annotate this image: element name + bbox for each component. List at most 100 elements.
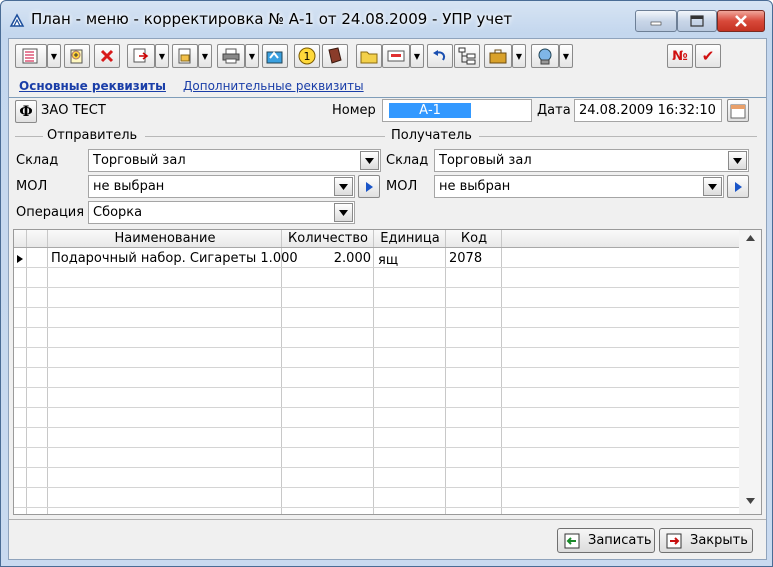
title-bar[interactable]: План - меню - корректировка № А-1 от 24.… xyxy=(1,1,772,37)
chevron-down-icon: ▼ xyxy=(50,51,58,61)
list-dropdown-button[interactable]: ▼ xyxy=(47,44,61,68)
scroll-down-icon[interactable] xyxy=(746,498,755,504)
chevron-down-icon[interactable] xyxy=(360,151,379,170)
receiver-mol-open-button[interactable] xyxy=(727,175,749,198)
folder-icon xyxy=(360,51,378,64)
sender-warehouse-select[interactable]: Торговый зал xyxy=(88,149,381,172)
briefcase-icon xyxy=(489,49,507,64)
column-header-name[interactable]: Наименование xyxy=(48,230,282,247)
close-icon xyxy=(735,15,747,27)
date-label: Дата xyxy=(537,103,571,118)
send-icon xyxy=(266,51,283,64)
grid-row-line xyxy=(14,427,739,428)
calendar-button[interactable] xyxy=(727,99,749,122)
list-button[interactable] xyxy=(15,44,47,68)
receiver-title: Получатель xyxy=(391,128,472,143)
undo-icon xyxy=(433,50,446,61)
chevron-down-icon[interactable] xyxy=(703,177,722,196)
play-right-icon xyxy=(366,181,373,192)
row-pointer-icon xyxy=(17,255,23,263)
grid-row-line xyxy=(14,407,739,408)
items-table[interactable]: Наименование Количество Единица Код Пода… xyxy=(13,229,762,515)
chevron-down-icon: ▼ xyxy=(413,51,421,61)
network-dropdown-button[interactable]: ▼ xyxy=(559,44,573,68)
check-button[interactable]: ✔ xyxy=(695,44,721,68)
preview-dropdown-button[interactable]: ▼ xyxy=(198,44,212,68)
maximize-icon xyxy=(690,15,704,27)
maximize-button[interactable] xyxy=(677,10,717,32)
receiver-group-line xyxy=(479,136,757,137)
app-icon xyxy=(9,13,25,27)
sender-mol-select[interactable]: не выбран xyxy=(88,175,355,198)
print-dropdown-button[interactable]: ▼ xyxy=(245,44,259,68)
grid-row-line xyxy=(14,447,739,448)
cell-code[interactable]: 2078 xyxy=(449,251,482,266)
grid-col-line xyxy=(445,230,446,514)
chevron-down-icon[interactable] xyxy=(334,203,353,222)
sender-group-line-right xyxy=(145,136,385,137)
save-label: Записать xyxy=(588,533,652,548)
grid-col-line xyxy=(373,230,374,514)
number-button[interactable]: № xyxy=(667,44,693,68)
tree-button[interactable] xyxy=(454,44,480,68)
book-button[interactable] xyxy=(322,44,348,68)
company-select-button[interactable]: Ф xyxy=(15,100,37,123)
number-field[interactable]: А-1 xyxy=(382,99,532,122)
grid-row-line xyxy=(14,267,739,268)
save-button[interactable]: Записать xyxy=(557,528,655,553)
copy-dropdown-button[interactable]: ▼ xyxy=(155,44,169,68)
delete-icon xyxy=(100,49,114,63)
column-header-unit[interactable]: Единица xyxy=(374,230,446,247)
envelope-icon xyxy=(387,50,405,62)
receiver-warehouse-select[interactable]: Торговый зал xyxy=(434,149,749,172)
print-preview-icon xyxy=(178,48,191,64)
grid-row-line xyxy=(14,347,739,348)
delete-button[interactable] xyxy=(94,44,120,68)
tab-additional-requisites[interactable]: Дополнительные реквизиты xyxy=(183,79,364,93)
grid-col-line xyxy=(26,230,27,514)
minimize-button[interactable] xyxy=(635,10,677,32)
receiver-mol-label: МОЛ xyxy=(386,179,418,194)
vertical-scrollbar[interactable] xyxy=(739,230,761,514)
new-doc-button[interactable] xyxy=(64,44,90,68)
column-header-qty[interactable]: Количество xyxy=(282,230,374,247)
send-button[interactable] xyxy=(262,44,288,68)
sender-mol-open-button[interactable] xyxy=(358,175,380,198)
chevron-down-icon[interactable] xyxy=(728,151,747,170)
date-field[interactable]: 24.08.2009 16:32:10 xyxy=(574,99,722,122)
close-window-button[interactable] xyxy=(717,10,765,32)
grid-row-line xyxy=(14,467,739,468)
scroll-up-icon[interactable] xyxy=(746,235,755,241)
footer-divider xyxy=(9,519,766,520)
envelope-dropdown-button[interactable]: ▼ xyxy=(410,44,424,68)
briefcase-button[interactable] xyxy=(484,44,512,68)
svg-text:1: 1 xyxy=(304,50,311,63)
undo-button[interactable] xyxy=(427,44,453,68)
briefcase-dropdown-button[interactable]: ▼ xyxy=(512,44,526,68)
print-preview-button[interactable] xyxy=(172,44,198,68)
copy-doc-button[interactable] xyxy=(127,44,155,68)
print-button[interactable] xyxy=(217,44,245,68)
grid-row-line xyxy=(14,507,739,508)
new-doc-icon xyxy=(70,49,83,64)
sender-title: Отправитель xyxy=(47,128,138,143)
network-button[interactable] xyxy=(531,44,559,68)
chevron-down-icon: ▼ xyxy=(515,51,523,61)
column-header-code[interactable]: Код xyxy=(446,230,502,247)
folder-button[interactable] xyxy=(356,44,382,68)
grid-row-line xyxy=(14,487,739,488)
operation-select[interactable]: Сборка xyxy=(88,201,355,224)
cell-unit[interactable]: ящ xyxy=(378,253,398,268)
chevron-down-icon: ▼ xyxy=(158,51,166,61)
receiver-mol-select[interactable]: не выбран xyxy=(434,175,724,198)
envelope-button[interactable] xyxy=(382,44,410,68)
cell-name[interactable]: Подарочный набор. Сигареты 1.000 xyxy=(51,251,298,266)
cell-qty[interactable]: 2.000 xyxy=(284,251,371,266)
circle-one-button[interactable]: 1 xyxy=(294,44,320,68)
tab-main-requisites[interactable]: Основные реквизиты xyxy=(19,79,166,93)
close-label: Закрыть xyxy=(690,533,748,548)
window: План - меню - корректировка № А-1 от 24.… xyxy=(0,0,773,567)
operation-value: Сборка xyxy=(93,205,143,220)
close-button[interactable]: Закрыть xyxy=(659,528,753,553)
chevron-down-icon[interactable] xyxy=(334,177,353,196)
